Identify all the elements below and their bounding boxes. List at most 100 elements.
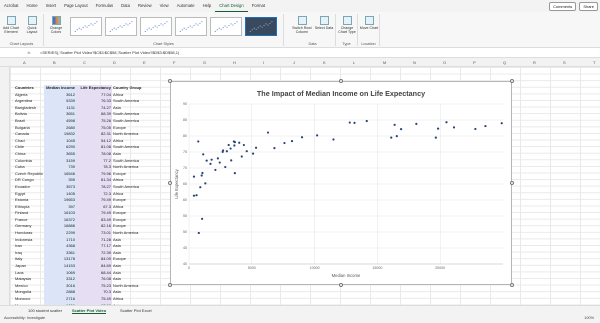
column-header[interactable]: N: [413, 60, 416, 65]
data-point[interactable]: [332, 138, 335, 141]
cell-life-expectancy[interactable]: 67.3: [76, 203, 112, 211]
tab-view[interactable]: View: [156, 0, 173, 12]
data-point[interactable]: [393, 123, 396, 126]
data-point[interactable]: [399, 127, 403, 131]
cell-country-group[interactable]: North America: [112, 283, 148, 290]
data-point[interactable]: [434, 136, 437, 139]
cell-country[interactable]: Bangladesh: [14, 105, 44, 112]
cell-life-expectancy[interactable]: 78.3: [76, 164, 112, 171]
data-point[interactable]: [202, 153, 205, 156]
data-point[interactable]: [283, 141, 286, 145]
data-point[interactable]: [240, 155, 243, 158]
cell-life-expectancy[interactable]: 79.49: [76, 210, 112, 217]
column-header[interactable]: L: [353, 60, 355, 65]
data-point[interactable]: [316, 134, 319, 137]
column-header[interactable]: T: [593, 60, 595, 65]
cell-median-income[interactable]: 3651: [44, 111, 76, 118]
data-point[interactable]: [200, 174, 203, 177]
data-point[interactable]: [222, 149, 225, 152]
data-point[interactable]: [500, 122, 503, 125]
data-point[interactable]: [195, 194, 198, 197]
cell-median-income[interactable]: 16372: [44, 216, 76, 224]
tab-format[interactable]: Format: [248, 0, 269, 12]
column-header[interactable]: S: [563, 60, 566, 65]
cell-country[interactable]: Chad: [14, 138, 44, 145]
switch-row-column-button[interactable]: Switch Row/ Column: [291, 16, 313, 34]
cell-country[interactable]: Malaysia: [14, 276, 44, 283]
tab-home[interactable]: Home: [22, 0, 41, 12]
cell-country-group[interactable]: Asia: [112, 276, 148, 283]
cell-median-income[interactable]: 397: [44, 203, 76, 211]
cell-country[interactable]: Mexico: [14, 283, 44, 290]
tab-chart-design[interactable]: Chart Design: [215, 1, 248, 12]
share-button[interactable]: Share: [579, 2, 598, 11]
cell-country[interactable]: Laos: [14, 270, 44, 277]
fx-icon[interactable]: fx: [18, 50, 40, 55]
cell-country-group[interactable]: South America: [112, 118, 148, 125]
chart-resize-handle[interactable]: [168, 79, 172, 83]
cell-life-expectancy[interactable]: 72.39: [76, 249, 112, 257]
cell-country[interactable]: Czech Republic: [14, 171, 44, 178]
chart-plot-area[interactable]: 40 45 50 55 60 65 70 75 80 85 90 0 5000 10000 15000 200…: [171, 82, 513, 286]
chart-style-thumbnail[interactable]: [70, 17, 102, 36]
column-header[interactable]: H: [233, 60, 236, 65]
data-point[interactable]: [192, 175, 196, 178]
data-point[interactable]: [251, 152, 255, 155]
cell-life-expectancy[interactable]: 75.05: [76, 124, 112, 132]
data-point[interactable]: [436, 127, 440, 130]
cell-country[interactable]: China: [14, 151, 44, 158]
cell-country[interactable]: Algeria: [14, 92, 44, 99]
data-point[interactable]: [300, 136, 304, 139]
cell-country[interactable]: Ecuador: [14, 184, 44, 191]
cell-median-income[interactable]: 19832: [44, 131, 76, 138]
data-point[interactable]: [242, 143, 245, 147]
chart-resize-handle[interactable]: [510, 181, 514, 185]
data-point[interactable]: [197, 231, 200, 235]
chart-resize-handle[interactable]: [510, 283, 514, 287]
data-point[interactable]: [197, 140, 200, 143]
cell-life-expectancy[interactable]: 77.17: [76, 243, 112, 250]
data-point[interactable]: [415, 122, 418, 125]
chart-style-thumbnail[interactable]: [105, 17, 137, 36]
cell-life-expectancy[interactable]: 76.33: [76, 98, 112, 105]
cell-median-income[interactable]: 1405: [44, 190, 76, 198]
header-median-income[interactable]: Median Income: [44, 85, 76, 92]
column-header[interactable]: D: [113, 60, 116, 65]
cell-country[interactable]: Bulgaria: [14, 125, 44, 132]
cell-life-expectancy[interactable]: 84.69: [76, 263, 112, 270]
comments-button[interactable]: Comments: [548, 2, 577, 11]
data-point[interactable]: [233, 172, 236, 175]
column-header[interactable]: O: [443, 60, 446, 65]
cell-country[interactable]: Colombia: [14, 158, 44, 165]
data-point[interactable]: [266, 131, 270, 134]
cell-country-group[interactable]: North America: [112, 164, 148, 171]
data-point[interactable]: [390, 136, 393, 139]
data-point[interactable]: [218, 161, 221, 164]
header-countries[interactable]: Countries: [14, 85, 44, 92]
cell-country-group[interactable]: Asia: [112, 151, 148, 158]
column-header[interactable]: B: [53, 60, 56, 65]
data-point[interactable]: [210, 158, 213, 161]
cell-life-expectancy[interactable]: 78.08: [76, 150, 112, 158]
column-header[interactable]: I: [263, 60, 264, 65]
cell-life-expectancy[interactable]: 84.09: [76, 256, 112, 264]
sheet-tab[interactable]: Scatter Plot Excel: [120, 308, 152, 313]
cell-median-income[interactable]: 19653: [44, 197, 76, 204]
cell-country[interactable]: Honduras: [14, 230, 44, 237]
cell-country-group[interactable]: Africa: [112, 138, 148, 145]
cell-country[interactable]: Argentina: [14, 98, 44, 105]
cell-country-group[interactable]: Africa: [112, 204, 148, 211]
data-point[interactable]: [216, 157, 219, 160]
chart-style-thumbnail[interactable]: [175, 17, 207, 36]
quick-layout-button[interactable]: Quick Layout: [22, 16, 42, 34]
zoom-level[interactable]: 100%: [584, 316, 594, 320]
cell-median-income[interactable]: 3655: [44, 150, 76, 158]
cell-median-income[interactable]: 3159: [44, 157, 76, 165]
data-point[interactable]: [224, 165, 227, 169]
cell-country-group[interactable]: Europe: [112, 171, 148, 178]
data-point[interactable]: [452, 126, 456, 129]
cell-median-income[interactable]: 395: [44, 177, 76, 184]
data-point[interactable]: [290, 140, 294, 143]
cell-median-income[interactable]: 2299: [44, 230, 76, 237]
formula-input[interactable]: =SERIES(,'Scatter Plot Video'!$C$3:$C$58…: [40, 50, 179, 55]
